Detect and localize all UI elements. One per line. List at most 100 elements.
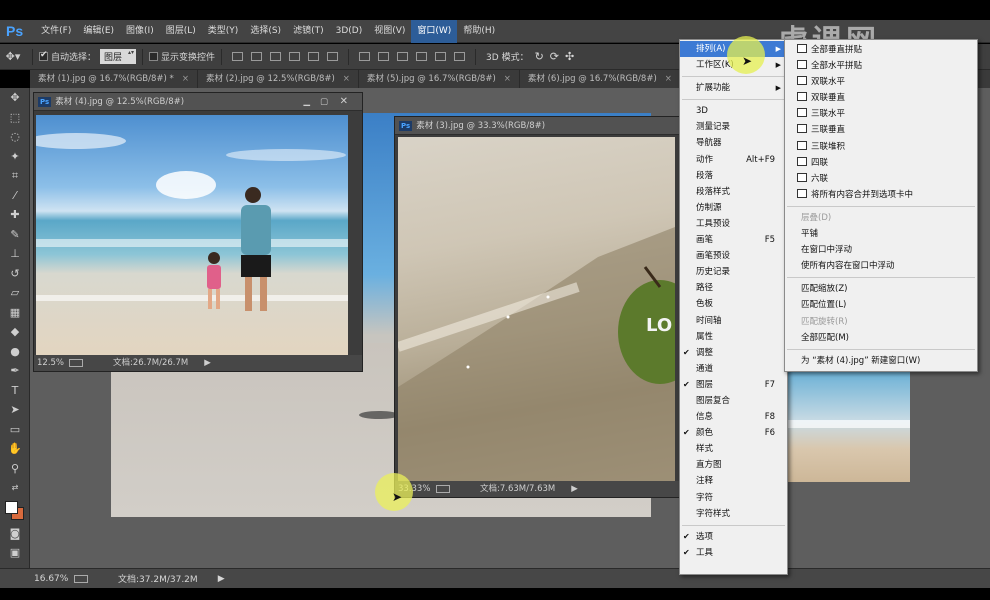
auto-select-dropdown[interactable]: 图层: [100, 49, 137, 64]
status-info-icon[interactable]: [69, 359, 83, 367]
menu-5[interactable]: 选择(S): [244, 20, 287, 43]
menu-item[interactable]: 色板: [680, 296, 787, 312]
maximize-icon[interactable]: ▢: [320, 93, 328, 111]
brush-tool-icon[interactable]: ✎: [0, 225, 30, 245]
align-top-icon[interactable]: [232, 52, 244, 61]
path-selection-tool-icon[interactable]: ➤: [0, 400, 30, 420]
close-icon[interactable]: ✕: [340, 93, 348, 111]
zoom-level[interactable]: 12.5%: [37, 355, 69, 371]
status-arrow-icon[interactable]: ▶: [571, 481, 578, 497]
menu-0[interactable]: 文件(F): [35, 20, 77, 43]
distribute-right-icon[interactable]: [454, 52, 466, 61]
menu-item[interactable]: 使所有内容在窗口中浮动: [785, 258, 977, 274]
menu-item[interactable]: 测量记录: [680, 119, 787, 135]
align-hcenter-icon[interactable]: [308, 52, 320, 61]
menu-item[interactable]: 扩展功能 ▶: [680, 80, 787, 96]
tab-close-icon[interactable]: ×: [182, 74, 189, 84]
zoom-level[interactable]: 16.67%: [34, 574, 74, 584]
window-title-bar[interactable]: Ps 素材 (4).jpg @ 12.5%(RGB/8#) ▁ ▢ ✕: [34, 93, 362, 111]
eyedropper-tool-icon[interactable]: ⁄: [0, 186, 30, 206]
align-vcenter-icon[interactable]: [251, 52, 263, 61]
document-tab[interactable]: 素材 (1).jpg @ 16.7%(RGB/8#) * ×: [30, 70, 198, 88]
distribute-vcenter-icon[interactable]: [378, 52, 390, 61]
quick-mask-icon[interactable]: ◙: [0, 524, 30, 544]
menu-10[interactable]: 帮助(H): [457, 20, 501, 43]
menu-item[interactable]: ✔ 颜色 F6: [680, 425, 787, 441]
menu-item[interactable]: 工具预设: [680, 216, 787, 232]
menu-item[interactable]: 全部匹配(M): [785, 330, 977, 346]
status-info-icon[interactable]: [74, 574, 88, 583]
menu-4[interactable]: 类型(Y): [202, 20, 245, 43]
menu-item[interactable]: 仿制源: [680, 200, 787, 216]
menu-item[interactable]: 三联水平: [785, 106, 977, 122]
swap-colors-icon[interactable]: ⇄: [0, 478, 30, 498]
document-tab[interactable]: 素材 (6).jpg @ 16.7%(RGB/8#) ×: [520, 70, 681, 88]
menu-item[interactable]: 注释: [680, 473, 787, 489]
menu-item[interactable]: 平铺: [785, 226, 977, 242]
history-brush-tool-icon[interactable]: ↺: [0, 264, 30, 284]
magic-wand-tool-icon[interactable]: ✦: [0, 147, 30, 167]
menu-item[interactable]: 动作 Alt+F9: [680, 152, 787, 168]
tab-close-icon[interactable]: ×: [665, 74, 672, 84]
align-bottom-icon[interactable]: [270, 52, 282, 61]
menu-item[interactable]: 匹配位置(L): [785, 297, 977, 313]
type-tool-icon[interactable]: T: [0, 381, 30, 401]
menu-item[interactable]: 3D: [680, 103, 787, 119]
shape-tool-icon[interactable]: ▭: [0, 420, 30, 440]
lasso-tool-icon[interactable]: ◌: [0, 127, 30, 147]
distribute-top-icon[interactable]: [359, 52, 371, 61]
3d-roll-icon[interactable]: ⟳: [550, 50, 559, 63]
menu-item[interactable]: 直方图: [680, 457, 787, 473]
document-tab[interactable]: 素材 (2).jpg @ 12.5%(RGB/8#) ×: [198, 70, 359, 88]
menu-item[interactable]: 六联: [785, 171, 977, 187]
leaf-photo-canvas[interactable]: LO: [398, 137, 675, 482]
align-right-icon[interactable]: [327, 52, 339, 61]
menu-item[interactable]: 画笔 F5: [680, 232, 787, 248]
menu-item[interactable]: 路径: [680, 280, 787, 296]
distribute-hcenter-icon[interactable]: [435, 52, 447, 61]
menu-6[interactable]: 滤镜(T): [287, 20, 330, 43]
move-tool-icon[interactable]: ✥▾: [0, 47, 26, 67]
pen-tool-icon[interactable]: ✒: [0, 361, 30, 381]
menu-item[interactable]: 属性: [680, 329, 787, 345]
minimize-icon[interactable]: ▁: [303, 93, 310, 111]
menu-item[interactable]: 信息 F8: [680, 409, 787, 425]
menu-item[interactable]: 三联堆积: [785, 139, 977, 155]
document-window-3[interactable]: Ps 素材 (3).jpg @ 33.3%(RGB/8#) LO 33.33% …: [394, 116, 680, 498]
menu-item[interactable]: 在窗口中浮动: [785, 242, 977, 258]
marquee-tool-icon[interactable]: ⬚: [0, 108, 30, 128]
menu-item[interactable]: 匹配缩放(Z): [785, 281, 977, 297]
menu-item[interactable]: ✔ 图层 F7: [680, 377, 787, 393]
tab-close-icon[interactable]: ×: [504, 74, 511, 84]
eraser-tool-icon[interactable]: ▱: [0, 283, 30, 303]
menu-item[interactable]: ✔ 选项: [680, 529, 787, 545]
menu-7[interactable]: 3D(D): [330, 20, 369, 43]
show-transform-checkbox[interactable]: [149, 52, 159, 61]
gradient-tool-icon[interactable]: ▦: [0, 303, 30, 323]
3d-pan-icon[interactable]: ✣: [565, 50, 574, 63]
menu-item[interactable]: 历史记录: [680, 264, 787, 280]
menu-item[interactable]: 画笔预设: [680, 248, 787, 264]
menu-item[interactable]: ✔ 工具: [680, 545, 787, 561]
background-document-canvas-2[interactable]: [786, 372, 910, 482]
menu-9[interactable]: 窗口(W): [411, 19, 458, 43]
menu-item[interactable]: 层叠(D): [785, 210, 977, 226]
menu-item[interactable]: 导航器: [680, 135, 787, 151]
menu-item[interactable]: 段落: [680, 168, 787, 184]
screen-mode-icon[interactable]: ▣: [0, 543, 30, 563]
hand-tool-icon[interactable]: ✋: [0, 439, 30, 459]
distribute-left-icon[interactable]: [416, 52, 428, 61]
menu-item[interactable]: 将所有内容合并到选项卡中: [785, 187, 977, 203]
crop-tool-icon[interactable]: ⌗: [0, 166, 30, 186]
clone-stamp-tool-icon[interactable]: ⊥: [0, 244, 30, 264]
menu-item[interactable]: 样式: [680, 441, 787, 457]
zoom-tool-icon[interactable]: ⚲: [0, 459, 30, 479]
dodge-tool-icon[interactable]: ●: [0, 342, 30, 362]
3d-rotate-icon[interactable]: ↻: [535, 50, 544, 63]
menu-2[interactable]: 图像(I): [120, 20, 160, 43]
menu-8[interactable]: 视图(V): [368, 20, 411, 43]
menu-item[interactable]: 图层复合: [680, 393, 787, 409]
menu-item[interactable]: 为 “素材 (4).jpg” 新建窗口(W): [785, 353, 977, 369]
color-swatches[interactable]: [0, 498, 30, 524]
menu-item[interactable]: 时间轴: [680, 313, 787, 329]
